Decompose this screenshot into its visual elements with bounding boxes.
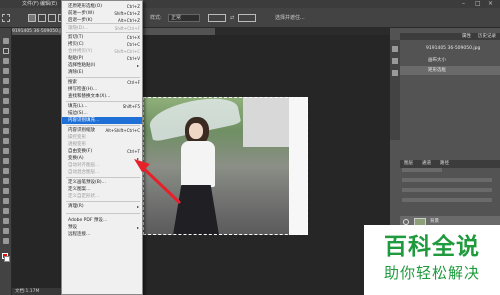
watermark: 百科全说 助你轻松解决 xyxy=(364,225,500,295)
photoshop-window: 文件(F) 编辑(E) – □ × 样式: 正常 ⇄ 选择并遮住... 9191… xyxy=(0,0,500,295)
arrow-head xyxy=(134,159,150,172)
watermark-subtitle: 助你轻松解决 xyxy=(383,264,480,282)
watermark-title: 百科全说 xyxy=(384,234,480,260)
arrow-shaft xyxy=(138,163,182,205)
